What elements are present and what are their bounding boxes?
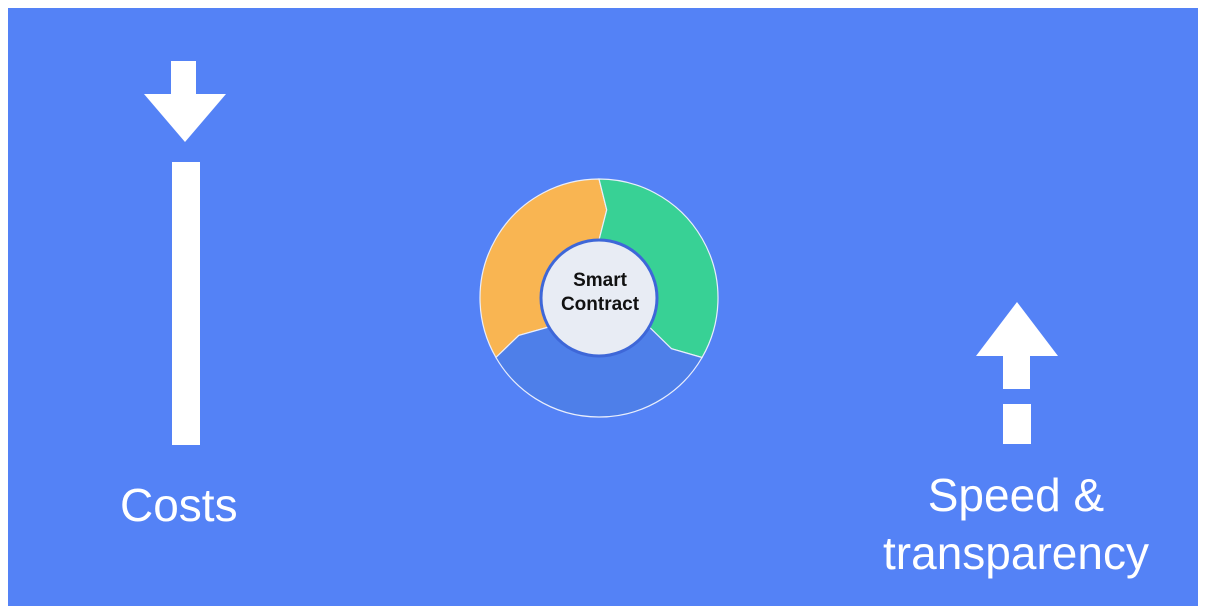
cycle-center-label: Smart Contract: [535, 269, 665, 317]
costs-bar: [172, 162, 200, 445]
arrow-down-icon: [144, 61, 226, 142]
speed-label-line2: transparency: [883, 527, 1149, 579]
speed-label-line1: Speed &: [927, 469, 1105, 521]
speed-transparency-label: Speed & transparency: [866, 466, 1166, 582]
costs-label: Costs: [120, 479, 238, 531]
arrow-down-shaft: [171, 61, 196, 95]
arrow-up-shaft: [1003, 355, 1030, 389]
cycle-center-line2: Contract: [560, 294, 640, 315]
arrow-up-icon: [976, 302, 1058, 389]
arrow-up-head: [976, 302, 1058, 356]
arrow-down-head: [144, 94, 226, 142]
speed-bar: [1003, 404, 1031, 444]
slide: Smart Contract Costs Speed & transparenc…: [8, 8, 1198, 606]
cycle-center-line1: Smart: [573, 270, 627, 291]
